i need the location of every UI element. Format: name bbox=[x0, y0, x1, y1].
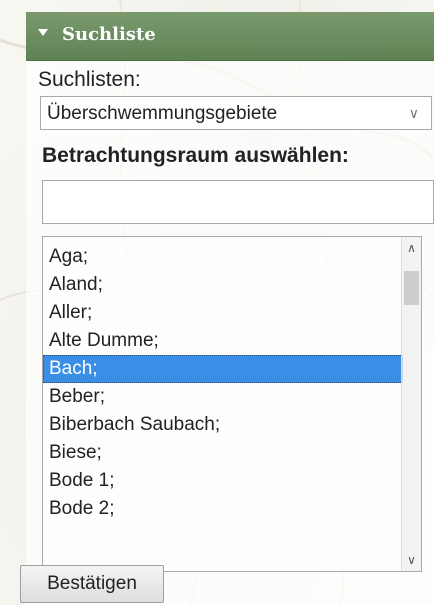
scroll-down-icon[interactable]: ∨ bbox=[402, 551, 421, 569]
list-item[interactable]: Aga; bbox=[43, 243, 403, 271]
search-list-panel: Suchliste Suchlisten: Überschwemmungsgeb… bbox=[26, 0, 434, 605]
panel-header[interactable]: Suchliste bbox=[26, 12, 434, 61]
collapse-triangle-icon[interactable] bbox=[38, 29, 48, 36]
area-listbox[interactable]: Aga; Aland; Aller; Alte Dumme; Bach; Beb… bbox=[42, 236, 422, 572]
chevron-down-icon[interactable]: ∨ bbox=[409, 105, 419, 122]
list-item-selected[interactable]: Bach; bbox=[43, 355, 403, 383]
search-lists-selected-value: Überschwemmungsgebiete bbox=[47, 103, 278, 124]
list-item[interactable]: Biese; bbox=[43, 439, 403, 467]
listbox-scrollbar[interactable]: ∧ ∨ bbox=[401, 237, 421, 571]
area-filter-input[interactable] bbox=[42, 180, 434, 224]
search-lists-label: Suchlisten: bbox=[38, 68, 141, 91]
list-item[interactable]: Bode 1; bbox=[43, 467, 403, 495]
search-lists-select[interactable]: Überschwemmungsgebiete ∨ bbox=[40, 96, 432, 130]
list-item[interactable]: Alte Dumme; bbox=[43, 327, 403, 355]
confirm-button[interactable]: Bestätigen bbox=[20, 565, 164, 603]
list-item[interactable]: Beber; bbox=[43, 383, 403, 411]
panel-title: Suchliste bbox=[62, 24, 156, 45]
scroll-up-icon[interactable]: ∧ bbox=[402, 239, 421, 257]
list-item[interactable]: Bode 2; bbox=[43, 495, 403, 523]
list-item[interactable]: Aland; bbox=[43, 271, 403, 299]
list-item[interactable]: Biberbach Saubach; bbox=[43, 411, 403, 439]
scrollbar-thumb[interactable] bbox=[404, 271, 419, 305]
area-label: Betrachtungsraum auswählen: bbox=[42, 144, 349, 167]
list-item[interactable]: Aller; bbox=[43, 299, 403, 327]
